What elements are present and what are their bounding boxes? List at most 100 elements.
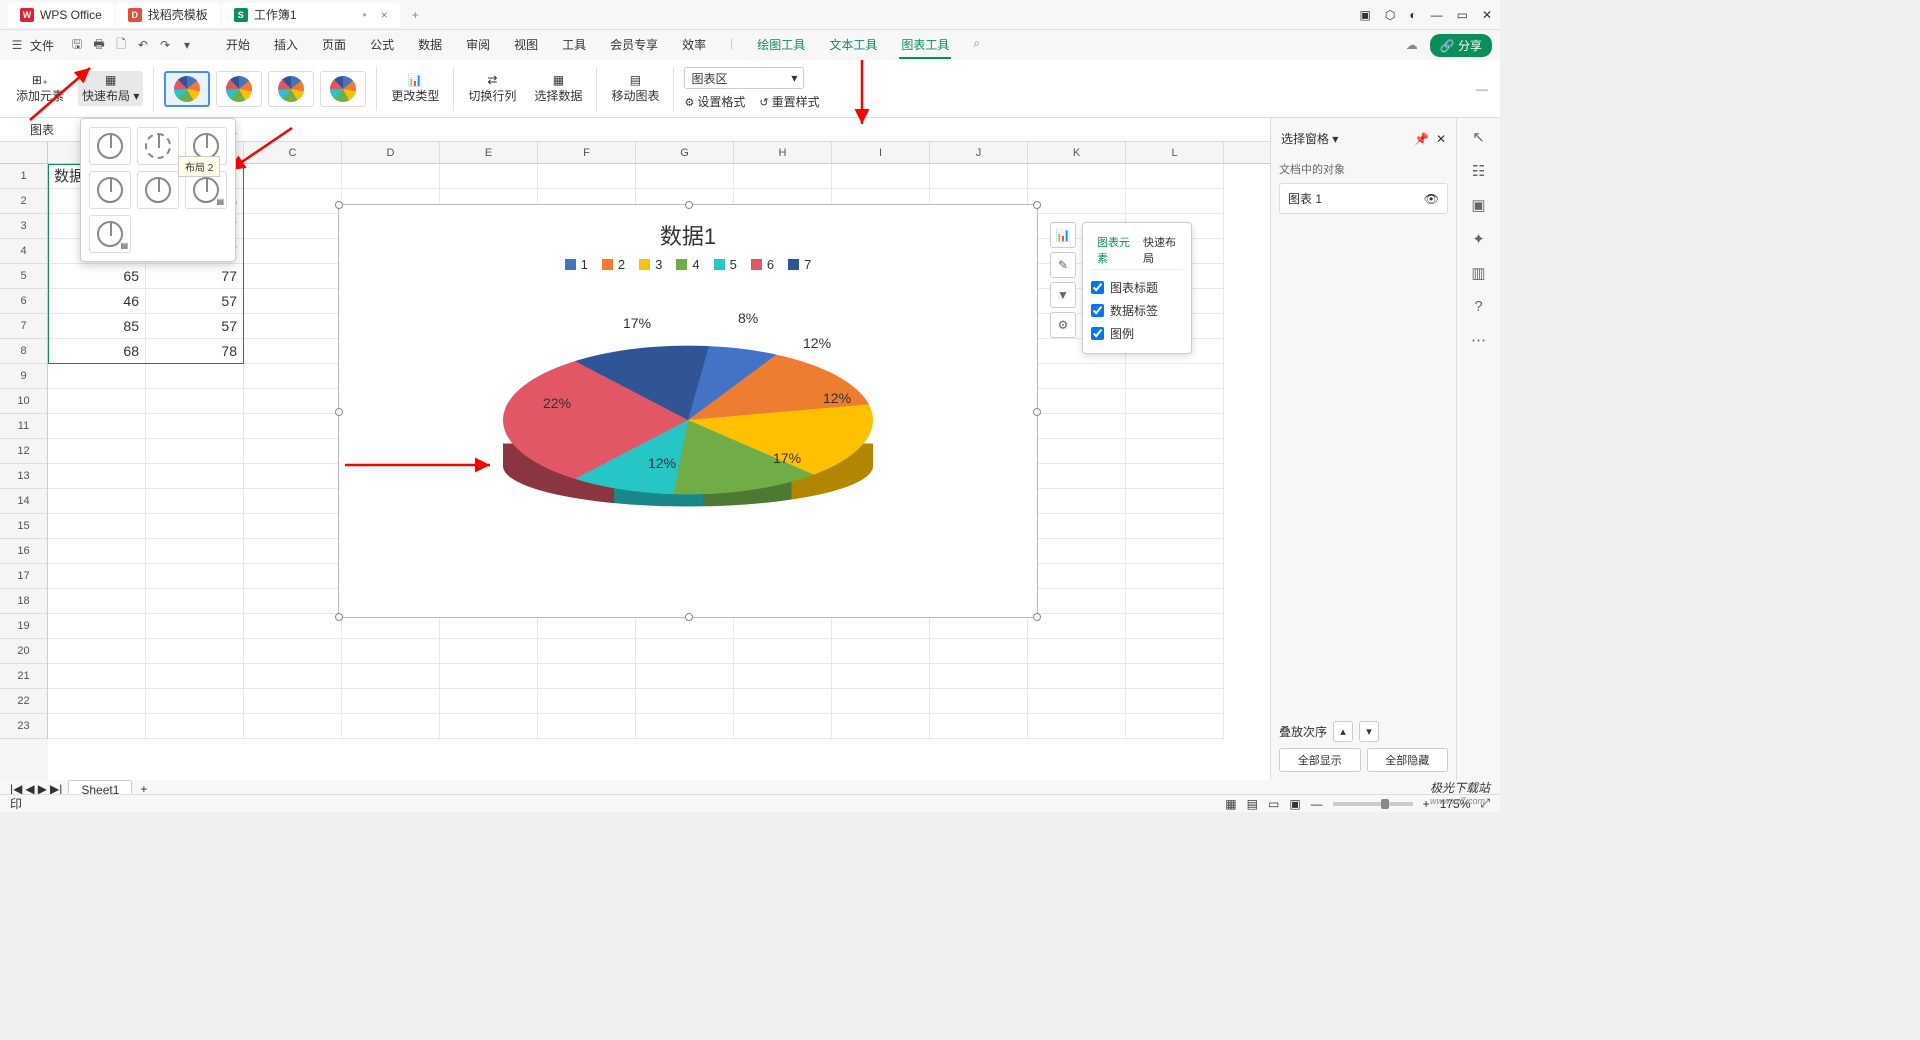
cell-B9[interactable]	[146, 364, 244, 389]
cell-A15[interactable]	[48, 514, 146, 539]
layers-tool-icon[interactable]: ▥	[1471, 264, 1485, 282]
menu-review[interactable]: 审阅	[464, 32, 492, 59]
row-header-8[interactable]: 8	[0, 339, 48, 364]
cell-J22[interactable]	[930, 689, 1028, 714]
cell-K1[interactable]	[1028, 164, 1126, 189]
maximize-icon[interactable]: ▭	[1457, 8, 1468, 22]
cell-E21[interactable]	[440, 664, 538, 689]
panel-tab-layout[interactable]: 快速布局	[1137, 231, 1183, 269]
menu-insert[interactable]: 插入	[272, 32, 300, 59]
help-tool-icon[interactable]: ?	[1474, 298, 1482, 315]
cell-C4[interactable]	[244, 239, 342, 264]
layout-option-2[interactable]	[137, 127, 179, 165]
layout-option-5[interactable]	[137, 171, 179, 209]
check-legend[interactable]: 图例	[1091, 322, 1183, 345]
cell-A5[interactable]: 65	[48, 264, 146, 289]
cell-B11[interactable]	[146, 414, 244, 439]
cell-I22[interactable]	[832, 689, 930, 714]
menu-member[interactable]: 会员专享	[608, 32, 660, 59]
cell-D23[interactable]	[342, 714, 440, 739]
view-break-icon[interactable]: ▭	[1268, 797, 1279, 811]
change-type-button[interactable]: 📊 更改类型	[387, 71, 443, 106]
row-header-4[interactable]: 4	[0, 239, 48, 264]
cell-C11[interactable]	[244, 414, 342, 439]
cell-E1[interactable]	[440, 164, 538, 189]
col-header-G[interactable]: G	[636, 142, 734, 163]
cell-B10[interactable]	[146, 389, 244, 414]
cell-C6[interactable]	[244, 289, 342, 314]
layout-option-7[interactable]: ▤	[89, 215, 131, 253]
cloud-icon[interactable]: ☁	[1406, 38, 1418, 52]
cell-D21[interactable]	[342, 664, 440, 689]
cell-B20[interactable]	[146, 639, 244, 664]
cell-L2[interactable]	[1126, 189, 1224, 214]
cell-C8[interactable]	[244, 339, 342, 364]
layout-option-4[interactable]	[89, 171, 131, 209]
template-tab[interactable]: D 找稻壳模板	[116, 3, 220, 27]
cell-A7[interactable]: 85	[48, 314, 146, 339]
cell-A20[interactable]	[48, 639, 146, 664]
legend-item-1[interactable]: 1	[565, 257, 588, 272]
cell-B21[interactable]	[146, 664, 244, 689]
ribbon-collapse-icon[interactable]: —	[1476, 82, 1488, 96]
cell-B19[interactable]	[146, 614, 244, 639]
cell-C9[interactable]	[244, 364, 342, 389]
window-tile-icon[interactable]: ▣	[1360, 8, 1371, 22]
cell-C5[interactable]	[244, 264, 342, 289]
cell-L23[interactable]	[1126, 714, 1224, 739]
check-data-labels[interactable]: 数据标签	[1091, 299, 1183, 322]
row-header-20[interactable]: 20	[0, 639, 48, 664]
view-reading-icon[interactable]: ▣	[1289, 797, 1300, 811]
cell-L20[interactable]	[1126, 639, 1224, 664]
cell-F23[interactable]	[538, 714, 636, 739]
cell-C13[interactable]	[244, 464, 342, 489]
cell-G23[interactable]	[636, 714, 734, 739]
effects-tool-icon[interactable]: ✦	[1472, 230, 1485, 248]
cell-L17[interactable]	[1126, 564, 1224, 589]
switch-rc-button[interactable]: ⇄ 切换行列	[464, 71, 520, 106]
show-all-button[interactable]: 全部显示	[1279, 748, 1361, 772]
cell-D22[interactable]	[342, 689, 440, 714]
name-box[interactable]: 图表	[30, 121, 54, 138]
cell-B17[interactable]	[146, 564, 244, 589]
cell-L21[interactable]	[1126, 664, 1224, 689]
menu-page[interactable]: 页面	[320, 32, 348, 59]
panel-tab-elements[interactable]: 图表元素	[1091, 231, 1137, 269]
cell-K10[interactable]	[1028, 389, 1126, 414]
cell-K23[interactable]	[1028, 714, 1126, 739]
style-thumb-3[interactable]	[268, 71, 314, 107]
cell-K20[interactable]	[1028, 639, 1126, 664]
cell-D1[interactable]	[342, 164, 440, 189]
cell-G22[interactable]	[636, 689, 734, 714]
search-icon[interactable]: ⌕	[971, 32, 982, 59]
cell-C20[interactable]	[244, 639, 342, 664]
share-button[interactable]: 🔗 分享	[1430, 34, 1492, 57]
cell-E22[interactable]	[440, 689, 538, 714]
user-avatar-icon[interactable]: ◐	[1409, 8, 1416, 22]
cell-A12[interactable]	[48, 439, 146, 464]
add-element-button[interactable]: ⊞₊ 添加元素	[12, 71, 68, 106]
cell-I20[interactable]	[832, 639, 930, 664]
cell-B13[interactable]	[146, 464, 244, 489]
menu-chart-tools[interactable]: 图表工具	[899, 32, 951, 59]
chart-title[interactable]: 数据1	[339, 205, 1037, 257]
cell-C23[interactable]	[244, 714, 342, 739]
row-header-2[interactable]: 2	[0, 189, 48, 214]
zoom-in-button[interactable]: +	[1423, 797, 1430, 811]
pie-chart[interactable]: 8% 12% 12% 17% 12% 22% 17%	[503, 280, 873, 560]
cell-A16[interactable]	[48, 539, 146, 564]
cell-C2[interactable]	[244, 189, 342, 214]
cell-L10[interactable]	[1126, 389, 1224, 414]
cell-B15[interactable]	[146, 514, 244, 539]
chart-styles-button[interactable]: ✎	[1050, 252, 1076, 278]
cell-A17[interactable]	[48, 564, 146, 589]
cell-A18[interactable]	[48, 589, 146, 614]
cell-I21[interactable]	[832, 664, 930, 689]
menu-icon[interactable]: ☰	[8, 38, 26, 52]
save-icon[interactable]: 🖫	[68, 35, 86, 56]
visibility-icon[interactable]: 👁	[1424, 192, 1439, 206]
cell-A21[interactable]	[48, 664, 146, 689]
row-header-5[interactable]: 5	[0, 264, 48, 289]
row-header-7[interactable]: 7	[0, 314, 48, 339]
cell-A19[interactable]	[48, 614, 146, 639]
